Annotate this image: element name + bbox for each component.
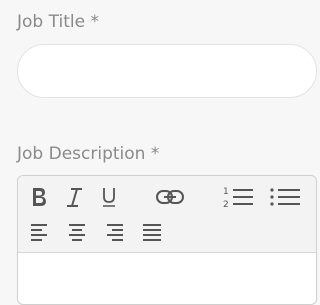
underline-button[interactable] bbox=[94, 182, 124, 212]
editor-toolbar: 1 2 bbox=[18, 176, 316, 253]
align-center-button[interactable] bbox=[62, 216, 92, 246]
align-justify-icon bbox=[143, 224, 161, 241]
bold-icon bbox=[33, 188, 46, 206]
unordered-list-icon bbox=[270, 188, 300, 206]
italic-button[interactable] bbox=[59, 182, 89, 212]
job-description-text-area[interactable] bbox=[18, 253, 316, 304]
svg-text:1: 1 bbox=[223, 187, 229, 197]
unordered-list-button[interactable] bbox=[264, 182, 304, 212]
svg-text:2: 2 bbox=[223, 200, 229, 210]
italic-icon bbox=[67, 188, 82, 207]
align-left-button[interactable] bbox=[24, 216, 54, 246]
job-title-input[interactable] bbox=[17, 44, 317, 98]
job-description-editor: 1 2 bbox=[17, 175, 317, 305]
align-justify-button[interactable] bbox=[137, 216, 167, 246]
job-title-label: Job Title * bbox=[17, 12, 99, 32]
bold-button[interactable] bbox=[24, 182, 54, 212]
align-right-button[interactable] bbox=[100, 216, 130, 246]
link-button[interactable] bbox=[152, 182, 188, 212]
align-left-icon bbox=[31, 224, 47, 241]
link-icon bbox=[156, 190, 184, 204]
align-right-icon bbox=[107, 224, 123, 241]
underline-icon bbox=[103, 188, 115, 207]
ordered-list-icon: 1 2 bbox=[223, 187, 253, 210]
ordered-list-button[interactable]: 1 2 bbox=[218, 182, 256, 212]
align-center-icon bbox=[69, 224, 85, 241]
job-description-label: Job Description * bbox=[17, 144, 160, 164]
